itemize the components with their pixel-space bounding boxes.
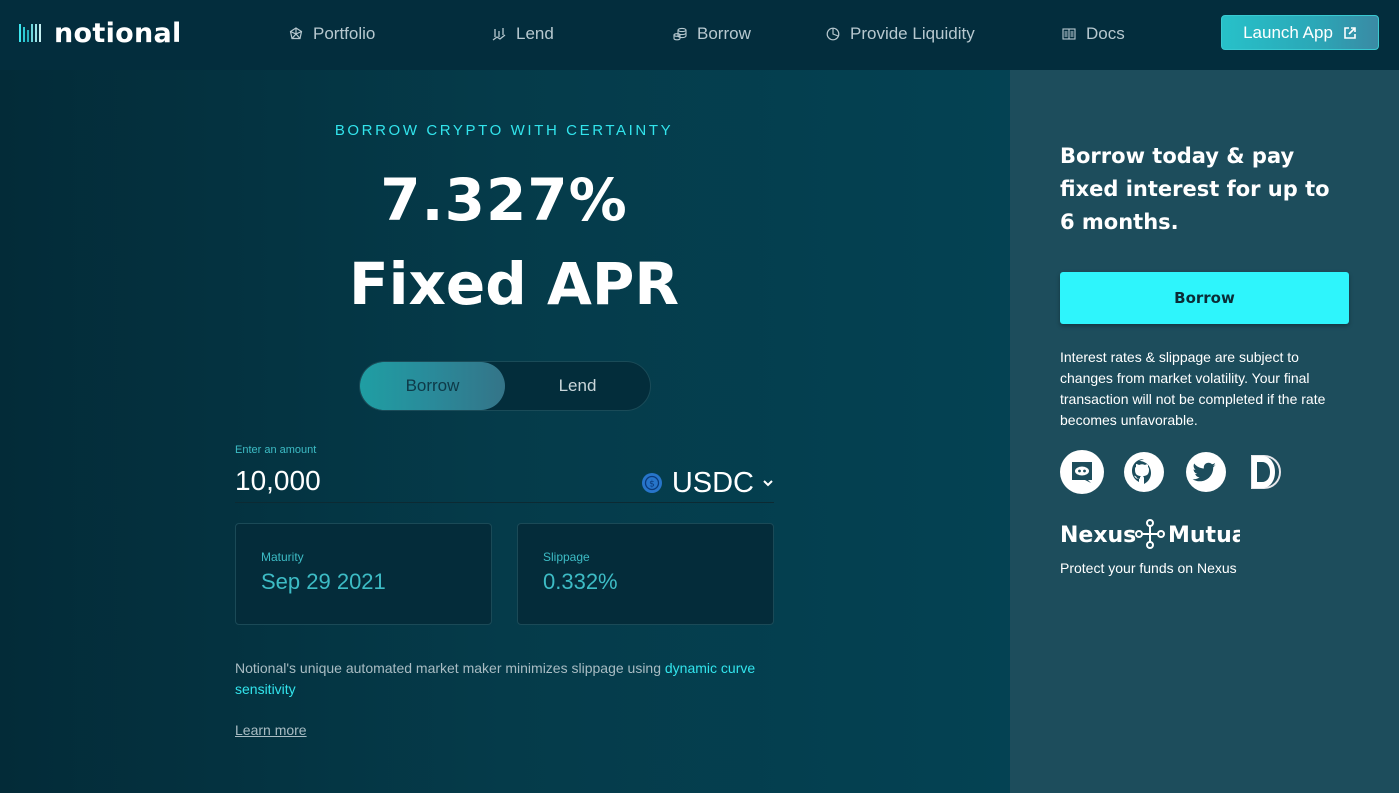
portfolio-icon (289, 27, 303, 40)
borrow-button[interactable]: Borrow (1060, 272, 1349, 324)
nexus-cross-icon (1135, 519, 1165, 549)
defi-pulse-icon[interactable] (1246, 450, 1290, 494)
nexus-caption: Protect your funds on Nexus (1060, 560, 1237, 576)
learn-more-link[interactable]: Learn more (235, 722, 307, 738)
book-icon (1062, 28, 1076, 40)
fixed-rate-label: Fixed APR (348, 250, 680, 318)
nav-provide-liquidity-label: Provide Liquidity (850, 24, 975, 43)
chevron-down-icon (763, 480, 773, 487)
coins-stack-icon (673, 27, 687, 41)
nexus-word: Nexus (1060, 523, 1136, 548)
nav-borrow-label: Borrow (697, 24, 751, 43)
nav-provide-liquidity[interactable]: Provide Liquidity (826, 22, 975, 46)
amount-input[interactable] (235, 465, 535, 497)
nav-portfolio[interactable]: Portfolio (289, 22, 375, 46)
nav-lend[interactable]: Lend (492, 22, 554, 46)
amount-row: $ USDC (235, 460, 774, 503)
discord-icon[interactable] (1060, 450, 1104, 494)
launch-app-label: Launch App (1243, 22, 1333, 42)
nav-borrow[interactable]: Borrow (673, 22, 751, 46)
pie-chart-icon (826, 27, 840, 41)
side-title: Borrow today & pay fixed interest for up… (1060, 144, 1330, 234)
volatility-note: Interest rates & slippage are subject to… (1060, 349, 1326, 428)
amount-label: Enter an amount (235, 444, 317, 456)
toggle-borrow[interactable]: Borrow (360, 362, 505, 410)
twitter-icon[interactable] (1184, 450, 1228, 494)
maturity-label: Maturity (261, 550, 304, 564)
maturity-card: Maturity Sep 29 2021 (235, 523, 492, 625)
external-link-icon (1344, 26, 1356, 39)
hero-eyebrow: BORROW CRYPTO WITH CERTAINTY (334, 122, 674, 139)
brand-name: notional (54, 17, 182, 49)
currency-select[interactable]: $ USDC (641, 466, 774, 500)
top-nav: notional Portfolio Lend Borrow Provide L… (0, 0, 1399, 70)
nexus-mutual-logo[interactable]: Nexus Mutual (1060, 518, 1240, 550)
social-links (1060, 450, 1290, 494)
notional-logo-icon (19, 24, 41, 42)
nav-docs[interactable]: Docs (1062, 22, 1125, 46)
launch-app-button[interactable]: Launch App (1221, 15, 1379, 50)
slippage-card: Slippage 0.332% (517, 523, 774, 625)
side-panel: Borrow today & pay fixed interest for up… (1010, 70, 1399, 793)
nav-portfolio-label: Portfolio (313, 24, 376, 43)
toggle-lend[interactable]: Lend (505, 362, 650, 410)
brand-logo[interactable]: notional (18, 17, 182, 49)
fixed-rate-value: 7.327% (380, 166, 628, 234)
mutual-word: Mutual (1168, 523, 1240, 548)
svg-text:$: $ (649, 480, 655, 490)
nav-docs-label: Docs (1086, 24, 1125, 43)
github-icon[interactable] (1122, 450, 1166, 494)
borrow-lend-toggle: Borrow Lend (359, 361, 651, 411)
slippage-label: Slippage (543, 550, 590, 564)
currency-label: USDC (671, 466, 754, 499)
amm-description: Notional's unique automated market maker… (235, 658, 780, 700)
lend-chart-icon (492, 28, 506, 41)
borrow-form-section: BORROW CRYPTO WITH CERTAINTY 7.327% Fixe… (0, 70, 1010, 793)
maturity-value: Sep 29 2021 (261, 569, 386, 594)
nav-lend-label: Lend (516, 24, 554, 43)
slippage-value: 0.332% (543, 569, 618, 594)
amm-description-text: Notional's unique automated market maker… (235, 660, 665, 676)
usdc-coin-icon: $ (641, 473, 662, 493)
